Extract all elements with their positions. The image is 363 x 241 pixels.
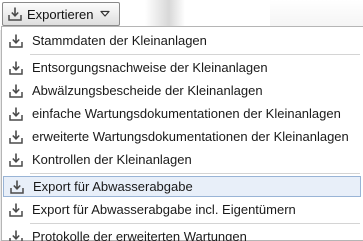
download-icon [9,179,25,195]
download-icon [7,6,23,22]
menu-item-label: erweiterte Wartungsdokumentationen der K… [32,129,349,144]
menu-item-label: Entsorgungsnachweise der Kleinanlagen [32,60,268,75]
menu-item-label: Protokolle der erweiterten Wartungen [32,229,247,241]
export-button-label: Exportieren [27,6,94,22]
download-icon [8,33,24,49]
menu-item-label: Kontrollen der Kleinanlagen [32,152,192,167]
download-icon [8,83,24,99]
download-icon [8,229,24,241]
menu-item[interactable]: Entsorgungsnachweise der Kleinanlagen [3,57,361,78]
download-icon [8,129,24,145]
menu-separator [30,223,360,224]
chevron-down-icon [99,8,111,20]
menu-item[interactable]: Kontrollen der Kleinanlagen [3,149,361,170]
menu-item[interactable]: erweiterte Wartungsdokumentationen der K… [3,126,361,147]
download-icon [8,202,24,218]
menu-item[interactable]: Stammdaten der Kleinanlagen [3,30,361,51]
export-dropdown-menu: Stammdaten der Kleinanlagen Entsorgungsna… [1,26,363,241]
menu-item[interactable]: Protokolle der erweiterten Wartungen [3,226,361,241]
screen: Exportieren Stammdaten der Kleinanlagen E… [0,0,363,241]
menu-item[interactable]: einfache Wartungsdokumentationen der Kle… [3,103,361,124]
menu-separator [30,173,360,174]
download-icon [8,152,24,168]
export-dropdown-button[interactable]: Exportieren [2,2,120,26]
menu-item[interactable]: Abwälzungsbescheide der Kleinanlagen [3,80,361,101]
download-icon [8,60,24,76]
menu-item-label: Export für Abwasserabgabe incl. Eigentüm… [32,202,296,217]
menu-item[interactable]: Export für Abwasserabgabe [3,176,361,197]
menu-item-label: einfache Wartungsdokumentationen der Kle… [32,106,341,121]
download-icon [8,106,24,122]
menu-item-label: Stammdaten der Kleinanlagen [32,33,207,48]
menu-item[interactable]: Export für Abwasserabgabe incl. Eigentüm… [3,199,361,220]
menu-separator [30,54,360,55]
menu-item-label: Abwälzungsbescheide der Kleinanlagen [32,83,263,98]
menu-item-label: Export für Abwasserabgabe [33,179,193,194]
